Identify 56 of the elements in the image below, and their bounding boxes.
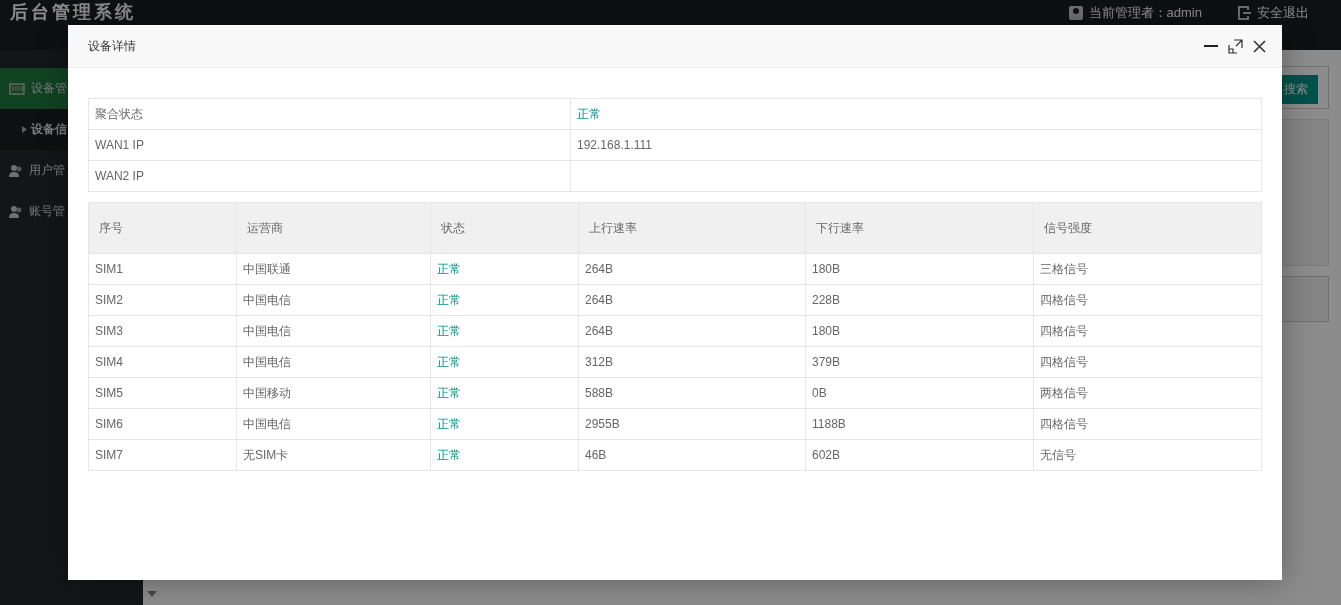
info-value: 正常	[570, 98, 1262, 130]
table-cell: 602B	[805, 439, 1034, 471]
table-cell: 588B	[578, 377, 806, 409]
table-cell: 264B	[578, 284, 806, 316]
table-cell: SIM7	[88, 439, 237, 471]
table-cell: 2955B	[578, 408, 806, 440]
table-cell: 正常	[430, 284, 579, 316]
table-cell: 264B	[578, 253, 806, 285]
table-cell: 中国电信	[236, 408, 431, 440]
table-cell: 264B	[578, 315, 806, 347]
table-cell: 180B	[805, 253, 1034, 285]
table-cell: 312B	[578, 346, 806, 378]
dialog-title: 设备详情	[88, 37, 136, 55]
column-header: 下行速率	[805, 202, 1034, 254]
column-header: 上行速率	[578, 202, 806, 254]
table-cell: 正常	[430, 377, 579, 409]
table-cell: SIM5	[88, 377, 237, 409]
table-cell: 四格信号	[1033, 284, 1262, 316]
table-cell: 379B	[805, 346, 1034, 378]
admin-label: 当前管理者：admin	[1088, 4, 1202, 22]
table-cell: 无信号	[1033, 439, 1262, 471]
table-cell: 228B	[805, 284, 1034, 316]
app-title: 后台管理系统	[10, 1, 136, 23]
column-header: 状态	[430, 202, 579, 254]
table-cell: 46B	[578, 439, 806, 471]
info-value: 192.168.1.111	[570, 129, 1262, 161]
info-label: 聚合状态	[88, 98, 571, 130]
table-cell: 中国电信	[236, 315, 431, 347]
table-cell: 中国电信	[236, 346, 431, 378]
table-cell: 1188B	[805, 408, 1034, 440]
table-cell: 两格信号	[1033, 377, 1262, 409]
table-cell: 四格信号	[1033, 346, 1262, 378]
table-cell: SIM3	[88, 315, 237, 347]
table-cell: 中国电信	[236, 284, 431, 316]
table-cell: 正常	[430, 408, 579, 440]
table-cell: 四格信号	[1033, 408, 1262, 440]
column-header: 运营商	[236, 202, 431, 254]
table-cell: 四格信号	[1033, 315, 1262, 347]
table-cell: SIM2	[88, 284, 237, 316]
table-cell: SIM1	[88, 253, 237, 285]
table-cell: 中国移动	[236, 377, 431, 409]
table-cell: SIM6	[88, 408, 237, 440]
table-cell: 正常	[430, 253, 579, 285]
table-cell: 0B	[805, 377, 1034, 409]
table-cell: 中国联通	[236, 253, 431, 285]
table-cell: 180B	[805, 315, 1034, 347]
table-cell: 正常	[430, 346, 579, 378]
column-header: 信号强度	[1033, 202, 1262, 254]
table-cell: 正常	[430, 439, 579, 471]
table-cell: 三格信号	[1033, 253, 1262, 285]
table-cell: SIM4	[88, 346, 237, 378]
info-label: WAN1 IP	[88, 129, 571, 161]
table-cell: 正常	[430, 315, 579, 347]
table-cell: 无SIM卡	[236, 439, 431, 471]
column-header: 序号	[88, 202, 237, 254]
info-label: WAN2 IP	[88, 160, 571, 192]
